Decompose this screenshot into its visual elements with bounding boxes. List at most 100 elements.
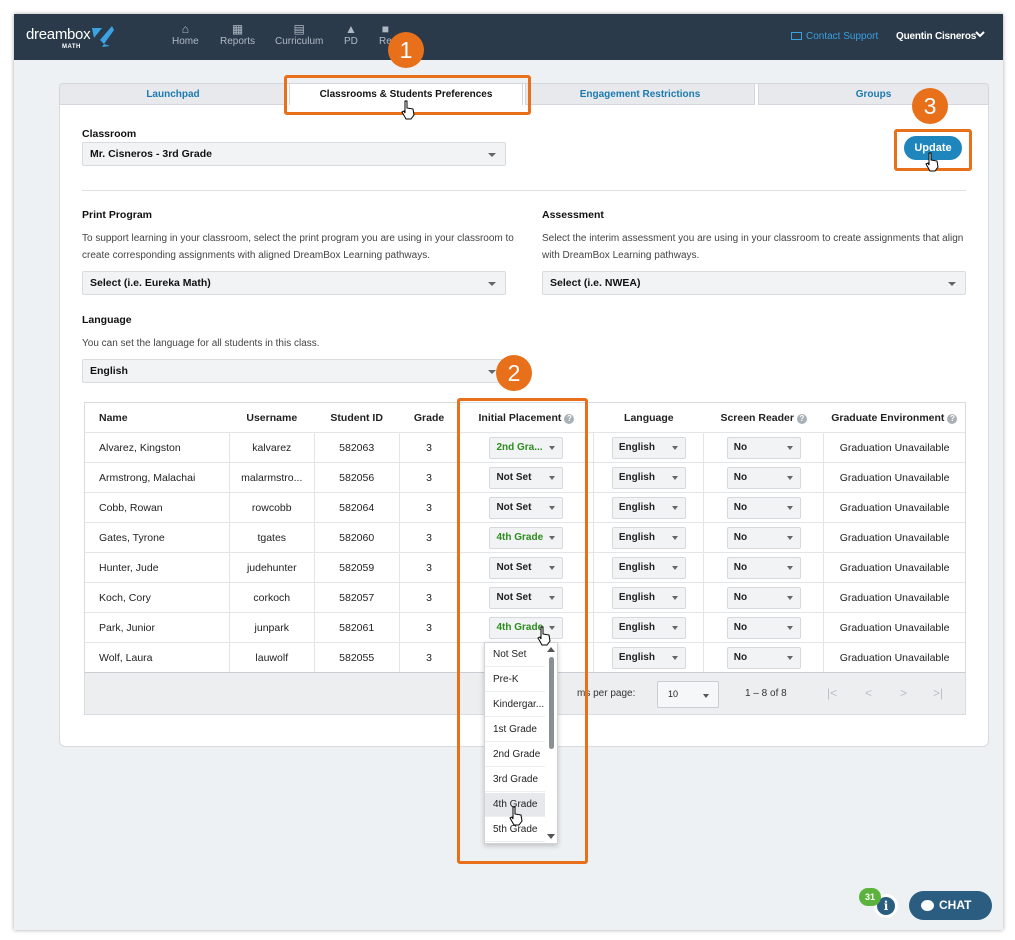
classroom-label: Classroom (82, 128, 137, 140)
grid-icon: ▦ (231, 22, 244, 36)
caret-down-icon (671, 475, 678, 480)
caret-down-icon (488, 370, 496, 374)
col-header-graduate-environment[interactable]: Graduate Environment? (823, 402, 966, 433)
screen-reader-cell: No (703, 462, 824, 493)
caret-down-icon (488, 282, 496, 286)
language-cell: English (593, 642, 704, 673)
graduate-environment-cell: Graduation Unavailable (823, 432, 966, 463)
student-username: tgates (228, 522, 315, 553)
student-name: Koch, Cory (84, 582, 230, 613)
caret-down-icon (786, 565, 793, 570)
classroom-value: Mr. Cisneros - 3rd Grade (90, 148, 212, 160)
screen-reader-cell: No (703, 432, 824, 463)
assessment-desc-line1: Select the interim assessment you are us… (542, 233, 964, 244)
assessment-description: Select the interim assessment you are us… (542, 230, 972, 264)
student-grade: 3 (398, 582, 460, 613)
screen-reader-select[interactable]: No (726, 586, 801, 609)
screen-reader-select[interactable]: No (726, 496, 801, 519)
student-language-value: English (618, 531, 655, 543)
print-program-desc-line2: create corresponding assignments with al… (82, 250, 430, 261)
screen-reader-select[interactable]: No (726, 646, 801, 669)
col-header-username[interactable]: Username (229, 402, 315, 433)
graduate-environment-cell: Graduation Unavailable (823, 552, 966, 583)
tab-launchpad[interactable]: Launchpad (59, 83, 287, 105)
app-frame: dreambox MATH ⌂ Home ▦ Reports ▤ Curricu… (14, 14, 1003, 930)
dreambox-logo[interactable]: dreambox (26, 26, 91, 43)
student-name: Gates, Tyrone (84, 522, 230, 553)
col-header-language[interactable]: Language (593, 402, 704, 433)
student-language-select[interactable]: English (611, 466, 686, 489)
next-page-icon[interactable]: > (900, 686, 907, 700)
screen-reader-select[interactable]: No (726, 616, 801, 639)
student-language-value: English (618, 561, 655, 573)
col-header-student-id[interactable]: Student ID (314, 402, 400, 433)
help-icon[interactable]: ? (947, 413, 958, 424)
nav-curriculum-label: Curriculum (275, 36, 324, 47)
caret-down-icon (786, 445, 793, 450)
screen-reader-cell: No (703, 612, 824, 643)
student-language-value: English (618, 471, 655, 483)
chat-button[interactable]: CHAT (909, 891, 992, 920)
screen-reader-value: No (733, 621, 748, 633)
contact-support-label: Contact Support (806, 31, 879, 42)
student-grade: 3 (398, 492, 460, 523)
student-language-select[interactable]: English (611, 496, 686, 519)
student-id: 582055 (313, 642, 400, 673)
caret-down-icon (671, 505, 678, 510)
tab-engagement-restrictions[interactable]: Engagement Restrictions (525, 83, 755, 105)
caret-down-icon (488, 153, 496, 157)
first-page-icon[interactable]: |< (827, 686, 837, 700)
screen-reader-select[interactable]: No (726, 436, 801, 459)
pagination-range: 1 – 8 of 8 (745, 688, 787, 699)
last-page-icon[interactable]: >| (933, 686, 943, 700)
items-per-page-select[interactable]: 10 (657, 681, 719, 708)
col-header-screen-reader-label: Screen Reader (720, 411, 794, 424)
contact-support-link[interactable]: Contact Support (791, 31, 878, 42)
col-header-name[interactable]: Name (84, 402, 230, 433)
graduation-cap-icon: ▲ (345, 22, 357, 36)
help-icon[interactable]: ? (796, 413, 807, 424)
nav-home[interactable]: ⌂ Home (172, 22, 199, 47)
student-language-select[interactable]: English (611, 616, 686, 639)
assessment-value: Select (i.e. NWEA) (550, 277, 641, 289)
user-menu[interactable]: Quentin Cisneros (896, 31, 976, 42)
screen-reader-value: No (733, 501, 748, 513)
col-header-screen-reader[interactable]: Screen Reader? (703, 402, 824, 433)
student-name: Alvarez, Kingston (84, 432, 230, 463)
student-username: kalvarez (228, 432, 315, 463)
graduate-environment-cell: Graduation Unavailable (823, 642, 966, 673)
print-program-label: Print Program (82, 209, 153, 221)
print-program-value: Select (i.e. Eureka Math) (90, 277, 211, 289)
language-select[interactable]: English (82, 359, 506, 383)
language-cell: English (593, 462, 704, 493)
student-language-select[interactable]: English (611, 436, 686, 459)
hand-cursor-icon (925, 152, 939, 172)
student-id: 582061 (313, 612, 400, 643)
nav-curriculum[interactable]: ▤ Curriculum (275, 22, 323, 47)
print-program-select[interactable]: Select (i.e. Eureka Math) (82, 271, 506, 295)
col-header-grade[interactable]: Grade (399, 402, 460, 433)
assessment-select[interactable]: Select (i.e. NWEA) (542, 271, 966, 295)
student-language-value: English (618, 621, 655, 633)
student-language-select[interactable]: English (611, 526, 686, 549)
screen-reader-select[interactable]: No (726, 526, 801, 549)
student-language-select[interactable]: English (611, 556, 686, 579)
chevron-down-icon[interactable] (974, 28, 986, 40)
caret-down-icon (671, 535, 678, 540)
prev-page-icon[interactable]: < (865, 686, 872, 700)
screen-reader-cell: No (703, 582, 824, 613)
callout-badge-2: 2 (496, 355, 532, 391)
items-per-page-value: 10 (668, 689, 679, 699)
student-username: rowcobb (228, 492, 315, 523)
screen-reader-select[interactable]: No (726, 556, 801, 579)
screen-reader-select[interactable]: No (726, 466, 801, 489)
callout-badge-3: 3 (912, 88, 948, 124)
student-username: malarmstro... (228, 462, 315, 493)
classroom-select[interactable]: Mr. Cisneros - 3rd Grade (82, 142, 506, 166)
student-grade: 3 (398, 522, 460, 553)
student-language-select[interactable]: English (611, 646, 686, 669)
student-language-select[interactable]: English (611, 586, 686, 609)
nav-pd[interactable]: ▲ PD (344, 22, 358, 47)
tab-groups[interactable]: Groups (758, 83, 989, 105)
nav-reports[interactable]: ▦ Reports (220, 22, 255, 47)
